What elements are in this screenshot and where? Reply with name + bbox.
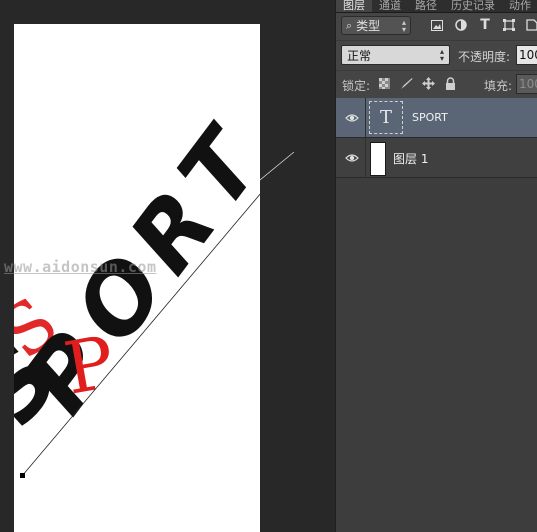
visibility-eye-icon[interactable]: [345, 151, 359, 165]
blend-mode-select[interactable]: 正常 ▴ ▾: [341, 45, 450, 65]
path-anchor-point: [20, 473, 25, 478]
lock-transparent-pixels-icon[interactable]: [378, 77, 391, 90]
canvas-workspace[interactable]: S S P P O R T www.aidonsun.com: [0, 0, 335, 532]
lock-image-pixels-icon[interactable]: [400, 77, 413, 90]
blend-mode-value: 正常: [347, 48, 372, 63]
lock-label: 锁定:: [342, 79, 371, 93]
panel-tabs: 图层 通道 路径 历史记录 动作: [336, 0, 537, 13]
layer-name[interactable]: SPORT: [412, 111, 448, 124]
layer-divider: [365, 98, 366, 137]
blend-opacity-row: 正常 ▴▾ 不透明度: 100: [336, 40, 537, 71]
pixel-layer-thumbnail[interactable]: [370, 142, 386, 176]
layer-row-sport[interactable]: T SPORT: [336, 98, 537, 138]
image-filter-icon[interactable]: [430, 18, 444, 32]
type-filter-icon[interactable]: T: [478, 17, 492, 33]
opacity-label: 不透明度:: [458, 50, 511, 64]
layer-divider: [365, 138, 366, 177]
fill-label: 填充:: [484, 79, 513, 93]
text-layer-thumbnail[interactable]: T: [369, 101, 403, 134]
shape-filter-icon[interactable]: [502, 18, 516, 32]
artwork: S S P P O R T: [14, 108, 260, 478]
pen-path-extension: [260, 151, 295, 181]
document-canvas[interactable]: S S P P O R T: [14, 24, 260, 532]
select-arrows-icon: ▴ ▾: [401, 17, 406, 34]
lock-fill-row: 锁定: 填充: 100: [336, 70, 537, 99]
adjustment-filter-icon[interactable]: [454, 18, 468, 32]
tab-actions[interactable]: 动作: [502, 0, 537, 12]
lock-all-icon[interactable]: [444, 77, 457, 90]
smart-object-filter-icon[interactable]: [525, 18, 537, 32]
tab-history[interactable]: 历史记录: [444, 0, 502, 12]
tab-channels[interactable]: 通道: [372, 0, 408, 12]
filter-type-select[interactable]: ⌕ 类型 ▴ ▾: [341, 16, 411, 35]
layer-filter-row: ⌕ 类型 ▴ ▾ T: [336, 13, 537, 40]
tab-paths[interactable]: 路径: [408, 0, 444, 12]
opacity-input[interactable]: 100: [516, 45, 537, 65]
select-arrows-icon: ▴ ▾: [439, 47, 444, 63]
search-icon: ⌕: [346, 18, 353, 32]
lock-position-icon[interactable]: [422, 77, 435, 90]
layer-row-layer-1[interactable]: 图层 1: [336, 138, 537, 178]
visibility-eye-icon[interactable]: [345, 111, 359, 125]
layer-name[interactable]: 图层 1: [393, 150, 428, 167]
tab-layers[interactable]: 图层: [336, 0, 372, 12]
layers-panel: 图层 通道 路径 历史记录 动作 ⌕ 类型 ▴▾ T 正常 ▴▾ 不透明度:: [335, 0, 537, 532]
filter-type-label: 类型: [356, 19, 381, 33]
type-layer-icon: T: [379, 107, 392, 128]
fill-input[interactable]: 100: [516, 74, 537, 94]
